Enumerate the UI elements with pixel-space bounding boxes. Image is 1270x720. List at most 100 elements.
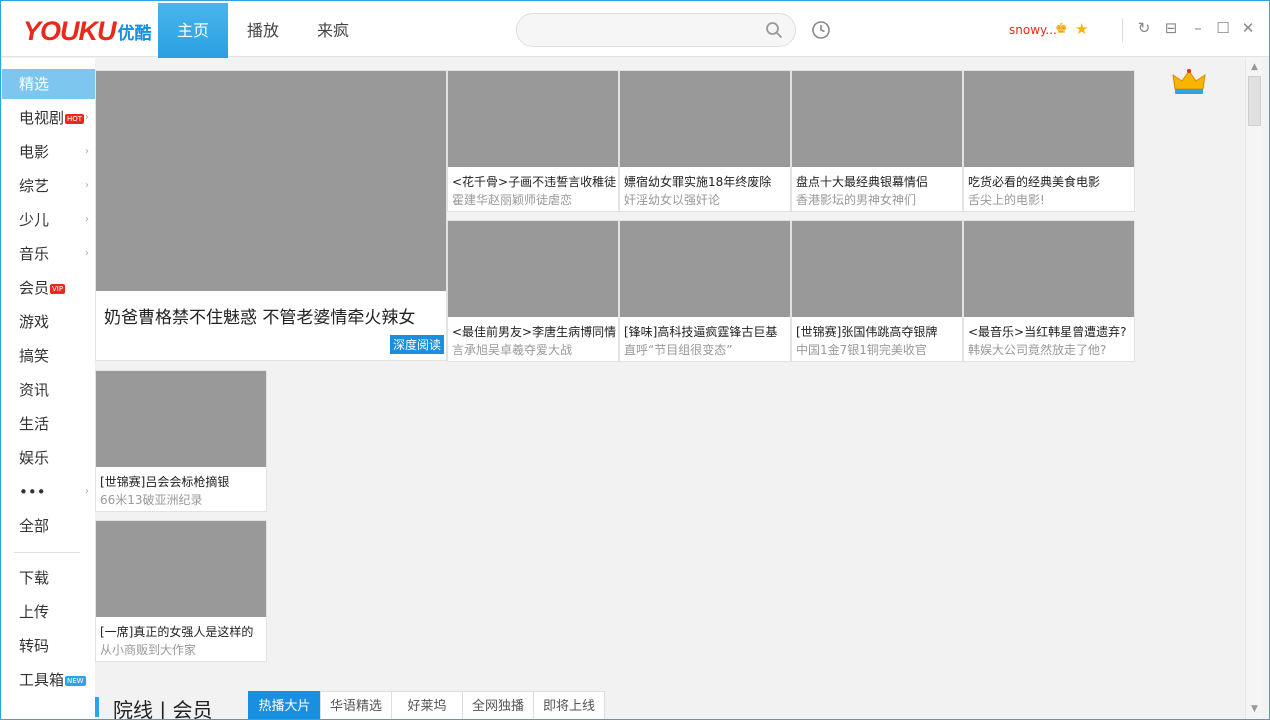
sidebar-item-featured[interactable]: 精选 — [2, 69, 95, 99]
video-title[interactable]: [世锦赛]张国伟跳高夺银牌 — [796, 323, 960, 340]
scroll-down-arrow-icon[interactable]: ▼ — [1249, 704, 1260, 714]
video-thumbnail[interactable] — [620, 71, 790, 167]
video-thumbnail[interactable] — [964, 71, 1134, 167]
video-thumbnail[interactable] — [620, 221, 790, 317]
sidebar-item-toolbox[interactable]: 工具箱 NEW — [2, 665, 95, 695]
tab-exclusive[interactable]: 全网独播 — [462, 691, 534, 719]
deep-read-button[interactable]: 深度阅读 — [389, 335, 444, 354]
video-title[interactable]: <花千骨>子画不违誓言收稚徒 — [452, 173, 616, 190]
video-subtitle: 中国1金7银1铜完美收官 — [796, 343, 927, 357]
video-card[interactable]: [世锦赛]吕会会标枪摘银 66米13破亚洲纪录 — [95, 370, 267, 512]
video-thumbnail[interactable] — [448, 71, 618, 167]
hero-card[interactable]: 奶爸曹格禁不住魅惑 不管老婆情牵火辣女 深度阅读 — [95, 70, 447, 361]
sidebar-item-label: 电视剧 — [19, 109, 65, 127]
video-title[interactable]: [世锦赛]吕会会标枪摘银 — [100, 473, 264, 490]
top-bar: YOUKU 优酷 主页 播放 来疯 snowy... ♚ ★ ↻ ⊟ – ☐ ✕ — [1, 1, 1269, 58]
tab-laifeng[interactable]: 来疯 — [298, 3, 368, 58]
video-card[interactable]: 嫖宿幼女罪实施18年终废除 奸淫幼女以强奸论 — [619, 70, 791, 212]
sidebar-item-funny[interactable]: 搞笑 — [2, 341, 95, 371]
tab-chinese-selection[interactable]: 华语精选 — [320, 691, 392, 719]
video-title[interactable]: 吃货必看的经典美食电影 — [968, 173, 1132, 190]
vip-crown-icon: ♚ — [1055, 21, 1068, 37]
video-title[interactable]: <最佳前男友>李唐生病博同情 — [452, 323, 616, 340]
sidebar-item-more[interactable]: ••• › — [2, 477, 95, 507]
tab-home[interactable]: 主页 — [158, 3, 228, 58]
tab-play[interactable]: 播放 — [228, 3, 298, 58]
sidebar-item-download[interactable]: 下载 — [2, 563, 95, 593]
sidebar-item-label: 生活 — [19, 415, 50, 433]
sidebar-item-label: 游戏 — [19, 313, 50, 331]
video-card[interactable]: 盘点十大最经典银幕情侣 香港影坛的男神女神们 — [791, 70, 963, 212]
sidebar-item-label: 全部 — [19, 517, 50, 535]
video-card[interactable]: 吃货必看的经典美食电影 舌尖上的电影! — [963, 70, 1135, 212]
video-thumbnail[interactable] — [792, 71, 962, 167]
video-thumbnail[interactable] — [964, 221, 1134, 317]
sidebar-item-kids[interactable]: 少儿 › — [2, 205, 95, 235]
video-card[interactable]: <最佳前男友>李唐生病博同情 言承旭吴卓羲夺爱大战 — [447, 220, 619, 362]
close-icon[interactable]: ✕ — [1239, 19, 1257, 37]
sidebar-item-label: 转码 — [19, 637, 50, 655]
mini-mode-icon[interactable]: ⊟ — [1162, 19, 1180, 37]
logo-wordmark: YOUKU — [23, 15, 117, 46]
tab-hollywood[interactable]: 好莱坞 — [391, 691, 463, 719]
video-thumbnail[interactable] — [792, 221, 962, 317]
video-card[interactable]: [锋味]高科技逼疯霆锋古巨基 直呼“节目组很变态” — [619, 220, 791, 362]
video-thumbnail[interactable] — [448, 221, 618, 317]
hero-title[interactable]: 奶爸曹格禁不住魅惑 不管老婆情牵火辣女 — [104, 303, 415, 328]
sidebar-item-transcode[interactable]: 转码 — [2, 631, 95, 661]
sidebar-item-label: 音乐 — [19, 245, 50, 263]
sidebar: 精选 电视剧 HOT › 电影 › 综艺 › 少儿 › 音乐 › 会员 VIP 游戏 搞笑 资… — [2, 58, 95, 719]
sidebar-item-music[interactable]: 音乐 › — [2, 239, 95, 269]
youku-logo[interactable]: YOUKU 优酷 — [23, 15, 152, 46]
scroll-thumb[interactable] — [1248, 76, 1261, 126]
crown-icon[interactable] — [1169, 67, 1209, 99]
sidebar-item-entertainment[interactable]: 娱乐 — [2, 443, 95, 473]
section-title: 院线 | 会员 — [113, 698, 213, 720]
sidebar-item-label: 下载 — [19, 569, 50, 587]
vertical-scrollbar[interactable]: ▲ ▼ — [1245, 58, 1262, 719]
sidebar-item-news[interactable]: 资讯 — [2, 375, 95, 405]
video-subtitle: 从小商贩到大作家 — [100, 643, 197, 657]
video-thumbnail[interactable] — [96, 521, 266, 617]
tab-coming-soon[interactable]: 即将上线 — [533, 691, 605, 719]
refresh-icon[interactable]: ↻ — [1135, 19, 1153, 37]
tab-hot-movies[interactable]: 热播大片 — [248, 691, 321, 719]
video-title[interactable]: [锋味]高科技逼疯霆锋古巨基 — [624, 323, 788, 340]
sidebar-item-upload[interactable]: 上传 — [2, 597, 95, 627]
video-subtitle: 舌尖上的电影! — [968, 193, 1045, 207]
video-card[interactable]: [世锦赛]张国伟跳高夺银牌 中国1金7银1铜完美收官 — [791, 220, 963, 362]
sidebar-item-all[interactable]: 全部 — [2, 511, 95, 541]
video-thumbnail[interactable] — [96, 371, 266, 467]
search-icon[interactable] — [765, 21, 783, 39]
sidebar-item-variety[interactable]: 综艺 › — [2, 171, 95, 201]
sidebar-item-member[interactable]: 会员 VIP — [2, 273, 95, 303]
search-input[interactable] — [516, 13, 796, 47]
chevron-right-icon: › — [85, 486, 89, 497]
maximize-icon[interactable]: ☐ — [1214, 19, 1232, 37]
video-subtitle: 直呼“节目组很变态” — [624, 343, 733, 357]
video-card[interactable]: <花千骨>子画不违誓言收稚徒 霍建华赵丽颖师徒虐恋 — [447, 70, 619, 212]
chevron-right-icon: › — [85, 214, 89, 225]
sidebar-item-label: 电影 — [19, 143, 50, 161]
video-card[interactable]: [一席]真正的女强人是这样的 从小商贩到大作家 — [95, 520, 267, 662]
sidebar-item-movie[interactable]: 电影 › — [2, 137, 95, 167]
section-accent-bar — [95, 697, 99, 717]
sidebar-item-tv[interactable]: 电视剧 HOT › — [2, 103, 95, 133]
scroll-up-arrow-icon[interactable]: ▲ — [1249, 62, 1260, 72]
sidebar-item-label: 精选 — [19, 75, 50, 93]
section-tabs: 热播大片 华语精选 好莱坞 全网独播 即将上线 — [248, 691, 605, 719]
video-title[interactable]: [一席]真正的女强人是这样的 — [100, 623, 264, 640]
history-icon[interactable] — [811, 20, 831, 40]
sidebar-item-life[interactable]: 生活 — [2, 409, 95, 439]
hot-badge: HOT — [65, 113, 85, 124]
video-title[interactable]: 盘点十大最经典银幕情侣 — [796, 173, 960, 190]
video-card[interactable]: <最音乐>当红韩星曾遭遗弃? 韩娱大公司竟然放走了他? — [963, 220, 1135, 362]
sidebar-item-games[interactable]: 游戏 — [2, 307, 95, 337]
video-subtitle: 66米13破亚洲纪录 — [100, 493, 203, 507]
video-title[interactable]: <最音乐>当红韩星曾遭遗弃? — [968, 323, 1132, 340]
video-title[interactable]: 嫖宿幼女罪实施18年终废除 — [624, 173, 788, 190]
username[interactable]: snowy... — [1009, 23, 1057, 37]
minimize-icon[interactable]: – — [1189, 19, 1207, 37]
hero-thumbnail[interactable] — [96, 71, 446, 291]
chevron-right-icon: › — [85, 146, 89, 157]
